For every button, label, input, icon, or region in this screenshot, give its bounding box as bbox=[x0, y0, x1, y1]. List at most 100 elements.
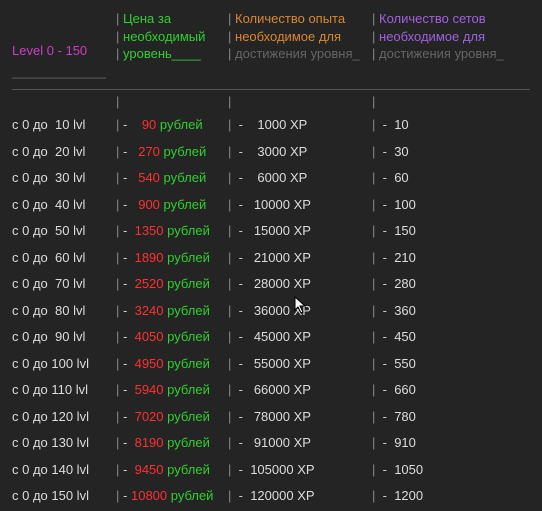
cell-level: с 0 до 50 lvl bbox=[12, 223, 116, 238]
header-col-xp: | Количество опыта | необходимое для | д… bbox=[228, 8, 372, 83]
cell-level: с 0 до 40 lvl bbox=[12, 197, 116, 212]
cell-price: | - 8190 рублей bbox=[116, 435, 228, 450]
cell-price: | - 4950 рублей bbox=[116, 356, 228, 371]
cell-price: | - 4050 рублей bbox=[116, 329, 228, 344]
cell-xp: | - 105000 XP bbox=[228, 462, 372, 477]
cell-sets: | - 150 bbox=[372, 223, 516, 238]
pipe-icon: | bbox=[372, 10, 375, 28]
header-col-sets: | Количество сетов | необходимое для | д… bbox=[372, 8, 516, 83]
pipe-icon: | bbox=[228, 45, 231, 63]
table-row: с 0 до 120 lvl| - 7020 рублей| - 78000 X… bbox=[12, 403, 530, 430]
table-row: с 0 до 60 lvl| - 1890 рублей| - 21000 XP… bbox=[12, 244, 530, 271]
cell-level: с 0 до 80 lvl bbox=[12, 303, 116, 318]
cell-level: с 0 до 90 lvl bbox=[12, 329, 116, 344]
header-xp-l3: достижения уровня_ bbox=[235, 46, 360, 61]
cell-price: | - 3240 рублей bbox=[116, 303, 228, 318]
cell-sets: | - 100 bbox=[372, 197, 516, 212]
cell-xp: | - 91000 XP bbox=[228, 435, 372, 450]
header-sets-l2: необходимое для bbox=[379, 29, 485, 44]
cell-level: с 0 до 10 lvl bbox=[12, 117, 116, 132]
cell-sets: | - 910 bbox=[372, 435, 516, 450]
cell-xp: | - 66000 XP bbox=[228, 382, 372, 397]
cell-sets: | - 550 bbox=[372, 356, 516, 371]
table-row: с 0 до 80 lvl| - 3240 рублей| - 36000 XP… bbox=[12, 297, 530, 324]
table-row: с 0 до 110 lvl| - 5940 рублей| - 66000 X… bbox=[12, 377, 530, 404]
cell-xp: | - 120000 XP bbox=[228, 488, 372, 503]
cell-level: с 0 до 60 lvl bbox=[12, 250, 116, 265]
cell-xp: | - 3000 XP bbox=[228, 144, 372, 159]
cell-price: | - 7020 рублей bbox=[116, 409, 228, 424]
cell-price: | - 900 рублей bbox=[116, 197, 228, 212]
pipe-icon: | bbox=[372, 28, 375, 46]
header-sets-l3: достижения уровня_ bbox=[379, 46, 504, 61]
cell-xp: | - 6000 XP bbox=[228, 170, 372, 185]
cell-level: с 0 до 130 lvl bbox=[12, 435, 116, 450]
header-price-l1: Цена за bbox=[123, 11, 171, 26]
cell-level: с 0 до 110 lvl bbox=[12, 382, 116, 397]
table-row: с 0 до 40 lvl| - 900 рублей| - 10000 XP|… bbox=[12, 191, 530, 218]
pipe-icon: | bbox=[116, 45, 119, 63]
cell-sets: | - 360 bbox=[372, 303, 516, 318]
table-row: с 0 до 50 lvl| - 1350 рублей| - 15000 XP… bbox=[12, 218, 530, 245]
cell-xp: | - 78000 XP bbox=[228, 409, 372, 424]
header-xp-l2: необходимое для bbox=[235, 29, 341, 44]
cell-xp: | - 55000 XP bbox=[228, 356, 372, 371]
cell-xp: | - 1000 XP bbox=[228, 117, 372, 132]
cell-sets: | - 780 bbox=[372, 409, 516, 424]
cell-level: с 0 до 150 lvl bbox=[12, 488, 116, 503]
table-row: с 0 до 150 lvl| - 10800 рублей| - 120000… bbox=[12, 483, 530, 510]
cell-xp: | - 45000 XP bbox=[228, 329, 372, 344]
cell-sets: | - 660 bbox=[372, 382, 516, 397]
table-row: с 0 до 20 lvl| - 270 рублей| - 3000 XP| … bbox=[12, 138, 530, 165]
cell-sets: | - 280 bbox=[372, 276, 516, 291]
table-row: с 0 до 130 lvl| - 8190 рублей| - 91000 X… bbox=[12, 430, 530, 457]
cell-price: | - 5940 рублей bbox=[116, 382, 228, 397]
cell-level: с 0 до 140 lvl bbox=[12, 462, 116, 477]
cell-price: | - 2520 рублей bbox=[116, 276, 228, 291]
cell-sets: | - 450 bbox=[372, 329, 516, 344]
table-row: с 0 до 140 lvl| - 9450 рублей| - 105000 … bbox=[12, 456, 530, 483]
pipe-icon: | bbox=[228, 10, 231, 28]
cell-sets: | - 60 bbox=[372, 170, 516, 185]
header-price-l2: необходимый bbox=[123, 29, 205, 44]
spacer-row: | | | bbox=[12, 94, 530, 110]
table-header: Level 0 - 150 _____________ | Цена за | … bbox=[12, 8, 530, 90]
cell-level: с 0 до 30 lvl bbox=[12, 170, 116, 185]
cell-sets: | - 210 bbox=[372, 250, 516, 265]
table-body: с 0 до 10 lvl| - 90 рублей| - 1000 XP| -… bbox=[12, 112, 530, 510]
header-col-level: Level 0 - 150 _____________ bbox=[12, 8, 116, 83]
cell-price: | - 540 рублей bbox=[116, 170, 228, 185]
pipe-icon: | bbox=[228, 28, 231, 46]
cell-xp: | - 21000 XP bbox=[228, 250, 372, 265]
header-sets-l1: Количество сетов bbox=[379, 11, 486, 26]
cell-price: | - 90 рублей bbox=[116, 117, 228, 132]
cell-level: с 0 до 120 lvl bbox=[12, 409, 116, 424]
cell-xp: | - 10000 XP bbox=[228, 197, 372, 212]
cell-level: с 0 до 20 lvl bbox=[12, 144, 116, 159]
cell-xp: | - 28000 XP bbox=[228, 276, 372, 291]
pipe-icon: | bbox=[372, 45, 375, 63]
level-underline: _____________ bbox=[12, 64, 106, 79]
table-row: с 0 до 30 lvl| - 540 рублей| - 6000 XP| … bbox=[12, 165, 530, 192]
pipe-icon: | bbox=[116, 28, 119, 46]
cell-sets: | - 30 bbox=[372, 144, 516, 159]
cell-sets: | - 1200 bbox=[372, 488, 516, 503]
cell-sets: | - 10 bbox=[372, 117, 516, 132]
header-xp-l1: Количество опыта bbox=[235, 11, 345, 26]
header-col-price: | Цена за | необходимый | уровень____ bbox=[116, 8, 228, 83]
cell-price: | - 10800 рублей bbox=[116, 488, 228, 503]
cell-sets: | - 1050 bbox=[372, 462, 516, 477]
cell-price: | - 1890 рублей bbox=[116, 250, 228, 265]
cell-level: с 0 до 100 lvl bbox=[12, 356, 116, 371]
cell-price: | - 270 рублей bbox=[116, 144, 228, 159]
level-title: Level 0 - 150 bbox=[12, 42, 116, 60]
cell-xp: | - 15000 XP bbox=[228, 223, 372, 238]
table-row: с 0 до 90 lvl| - 4050 рублей| - 45000 XP… bbox=[12, 324, 530, 351]
cell-price: | - 9450 рублей bbox=[116, 462, 228, 477]
cell-level: с 0 до 70 lvl bbox=[12, 276, 116, 291]
table-row: с 0 до 100 lvl| - 4950 рублей| - 55000 X… bbox=[12, 350, 530, 377]
table-row: с 0 до 70 lvl| - 2520 рублей| - 28000 XP… bbox=[12, 271, 530, 298]
header-price-l3: уровень____ bbox=[123, 46, 201, 61]
cell-xp: | - 36000 XP bbox=[228, 303, 372, 318]
pipe-icon: | bbox=[116, 10, 119, 28]
